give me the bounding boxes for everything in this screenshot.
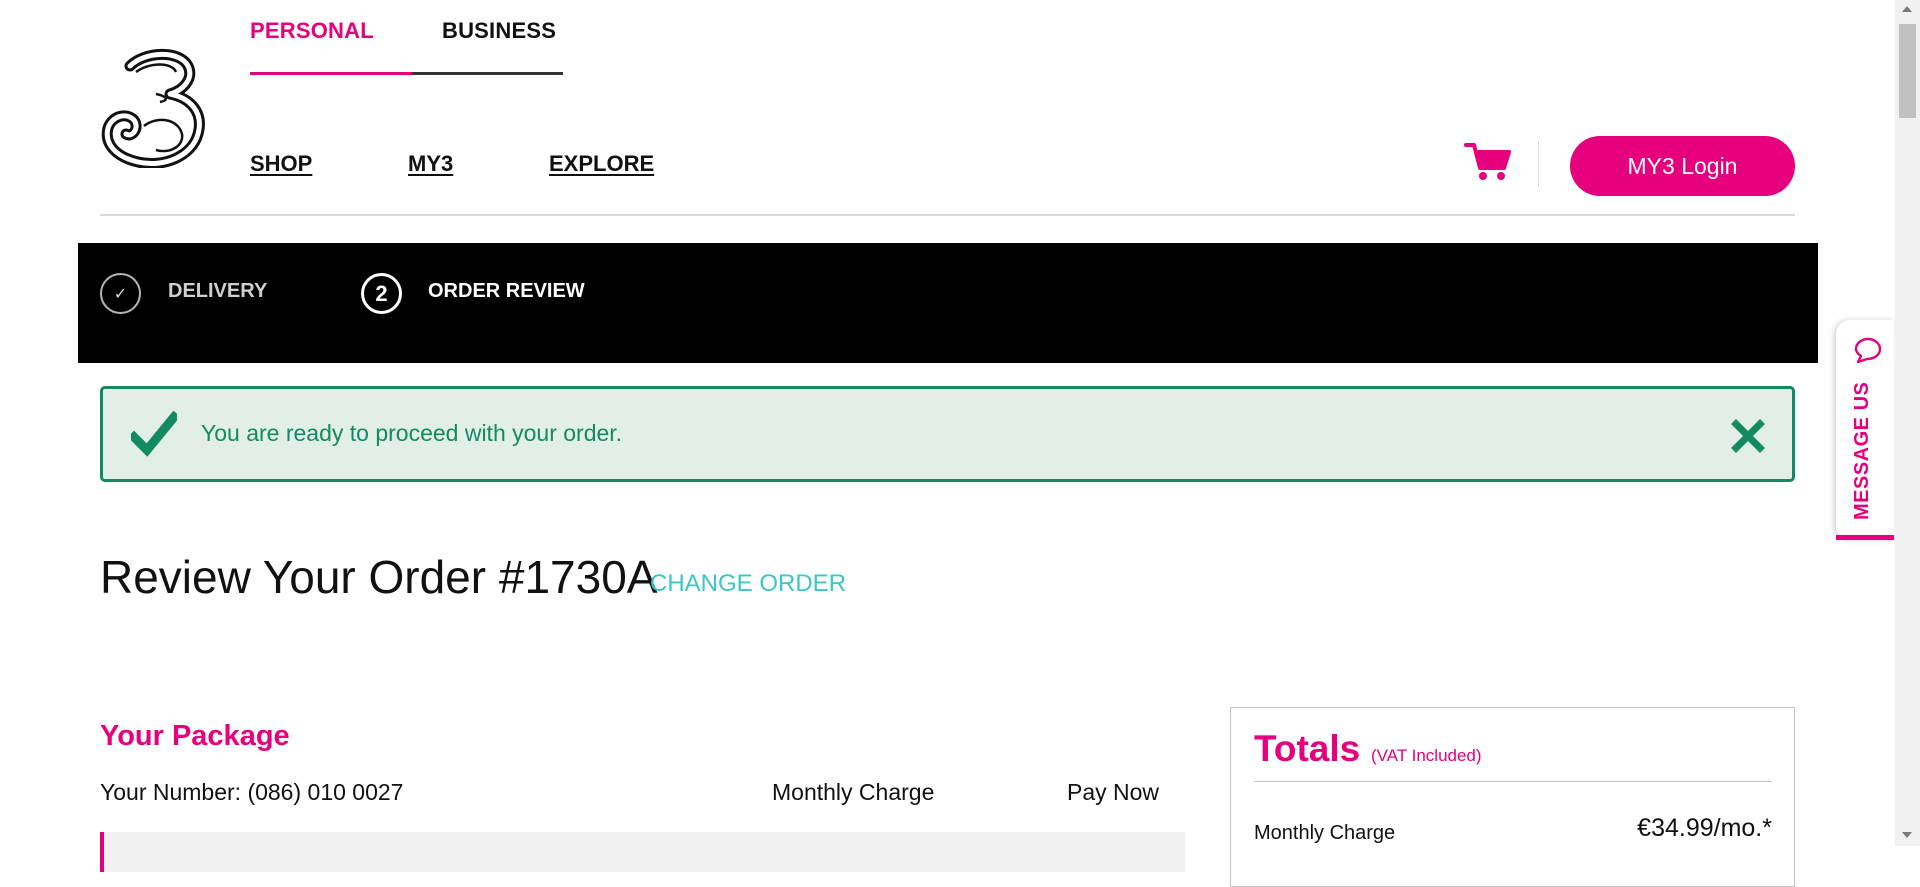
totals-vat-note: (VAT Included) (1371, 746, 1482, 765)
shopping-cart-icon[interactable] (1464, 140, 1512, 182)
totals-panel: Totals (VAT Included) Monthly Charge €34… (1230, 707, 1795, 887)
scroll-up-arrow-icon[interactable] (1902, 6, 1912, 12)
header-divider (1538, 140, 1539, 188)
tab-personal-underline (250, 72, 412, 75)
tab-business-underline (412, 72, 563, 75)
step-order-review-number: 2 (361, 273, 402, 314)
three-logo-icon[interactable] (100, 46, 208, 169)
page-title: Review Your Order #1730A (100, 551, 658, 603)
totals-title: Totals (1254, 728, 1361, 769)
totals-monthly-value: €34.99/mo.* (1637, 814, 1772, 842)
chat-bubble-icon (1852, 336, 1882, 364)
step-order-review-label: ORDER REVIEW (428, 280, 585, 302)
page-scrollbar[interactable] (1895, 0, 1920, 846)
nav-explore-link[interactable]: EXPLORE (549, 151, 654, 177)
scroll-down-arrow-icon[interactable] (1902, 832, 1912, 838)
tab-business[interactable]: BUSINESS (442, 18, 556, 44)
package-number: Your Number: (086) 010 0027 (100, 779, 404, 805)
message-us-accent-bar (1836, 535, 1894, 540)
totals-divider (1254, 781, 1772, 782)
nav-shop-link[interactable]: SHOP (250, 151, 312, 177)
package-row-accent (100, 832, 104, 872)
package-row (100, 832, 1185, 872)
step-delivery-label[interactable]: DELIVERY (168, 280, 267, 303)
message-us-tab[interactable]: MESSAGE US (1836, 320, 1894, 540)
package-title: Your Package (100, 720, 290, 752)
step-delivery-check-icon: ✓ (100, 273, 141, 314)
segment-tabs: PERSONAL BUSINESS (250, 0, 563, 78)
my3-login-button[interactable]: MY3 Login (1570, 136, 1795, 196)
monthly-charge-header: Monthly Charge (772, 779, 935, 805)
header-divider-line (100, 214, 1795, 216)
change-order-link[interactable]: CHANGE ORDER (650, 570, 846, 598)
checkout-steps-bar: ✓ DELIVERY 2 ORDER REVIEW (78, 243, 1818, 363)
alert-message: You are ready to proceed with your order… (201, 420, 623, 446)
success-alert: You are ready to proceed with your order… (100, 386, 1795, 482)
close-x-icon[interactable] (1731, 419, 1765, 453)
tab-personal[interactable]: PERSONAL (250, 18, 374, 44)
message-us-label: MESSAGE US (1851, 381, 1873, 520)
scrollbar-thumb[interactable] (1899, 24, 1916, 118)
nav-my3-link[interactable]: MY3 (408, 151, 453, 177)
totals-monthly-label: Monthly Charge (1254, 822, 1396, 844)
pay-now-header: Pay Now (1067, 779, 1160, 805)
checkmark-icon (127, 410, 181, 459)
